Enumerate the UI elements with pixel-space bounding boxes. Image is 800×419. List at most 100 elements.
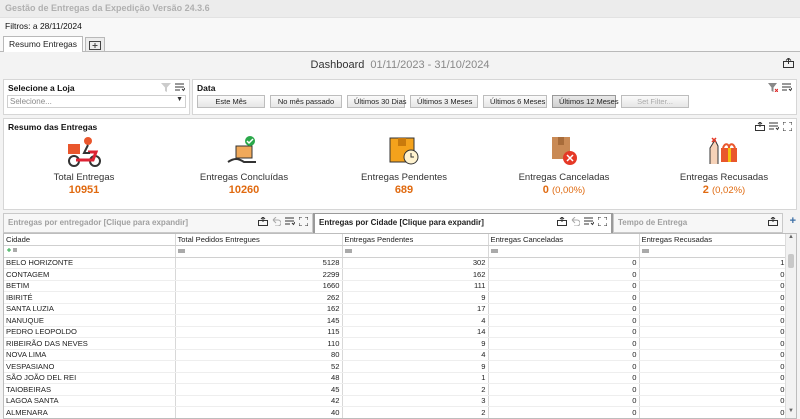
scroll-thumb[interactable] bbox=[788, 254, 794, 268]
add-panel-icon[interactable]: + bbox=[790, 215, 796, 227]
value-cell: 0 bbox=[639, 337, 788, 350]
kpi-label: Entregas Canceladas bbox=[518, 172, 610, 183]
maximize-icon[interactable] bbox=[597, 216, 608, 228]
table-row[interactable]: ALMENARA 40 2 0 0 bbox=[4, 406, 788, 418]
column-header[interactable]: Total Pedidos Entregues bbox=[175, 234, 343, 246]
table-row[interactable]: NOVA LIMA 80 4 0 0 bbox=[4, 349, 788, 361]
city-cell: SANTA LUZIA bbox=[4, 303, 176, 315]
scroll-up-icon[interactable]: ▲ bbox=[786, 234, 796, 244]
btn-ultimos-3-meses[interactable]: Últimos 3 Meses bbox=[410, 95, 478, 108]
value-cell: 0 bbox=[488, 360, 640, 373]
city-cell: NANUQUE bbox=[4, 314, 176, 327]
multi-select-icon[interactable] bbox=[584, 217, 595, 228]
dashboard-area: Dashboard 01/11/2023 - 31/10/2024 Seleci… bbox=[0, 52, 800, 419]
undo-icon[interactable] bbox=[571, 216, 581, 228]
export-icon[interactable] bbox=[768, 216, 778, 228]
column-header[interactable]: Entregas Canceladas bbox=[488, 234, 640, 246]
vertical-scrollbar[interactable]: ▲ ▼ bbox=[785, 234, 796, 418]
city-cell: LAGOA SANTA bbox=[4, 395, 176, 407]
value-cell: 48 bbox=[175, 372, 343, 384]
kpi-entregas-pendentes: Entregas Pendentes 689 bbox=[324, 133, 484, 196]
table-row[interactable]: NANUQUE 145 4 0 0 bbox=[4, 314, 788, 327]
cities-grid: Cidade Total Pedidos Entregues Entregas … bbox=[3, 233, 797, 419]
export-icon[interactable] bbox=[557, 216, 567, 228]
value-cell: 0 bbox=[488, 303, 640, 315]
store-select[interactable]: Selecione... ▼ bbox=[7, 95, 186, 108]
filter-cell[interactable] bbox=[4, 245, 176, 258]
value-cell: 0 bbox=[488, 383, 640, 396]
value-cell: 2 bbox=[342, 406, 489, 418]
table-row[interactable]: IBIRITÉ 262 9 0 0 bbox=[4, 291, 788, 304]
value-cell: 2299 bbox=[175, 268, 343, 281]
date-panel: Data Este Mês No mês passado Últimos 30 … bbox=[192, 79, 797, 115]
value-cell: 0 bbox=[639, 406, 788, 418]
table-row[interactable]: SANTA LUZIA 162 17 0 0 bbox=[4, 303, 788, 315]
city-cell: RIBEIRÃO DAS NEVES bbox=[4, 337, 176, 350]
kpi-label: Total Entregas bbox=[53, 172, 115, 183]
value-cell: 52 bbox=[175, 360, 343, 373]
city-cell: CONTAGEM bbox=[4, 268, 176, 281]
chevron-down-icon[interactable]: ▼ bbox=[176, 96, 183, 103]
kpi-value: 0 bbox=[542, 184, 549, 196]
delivery-scooter-icon bbox=[4, 133, 164, 169]
gift-refuse-hand-icon bbox=[644, 133, 800, 169]
value-cell: 0 bbox=[639, 383, 788, 396]
kpi-total-entregas: Total Entregas 10951 bbox=[4, 133, 164, 196]
maximize-icon[interactable] bbox=[782, 121, 793, 133]
column-header[interactable]: Cidade bbox=[4, 234, 176, 246]
btn-ultimos-6-meses[interactable]: Últimos 6 Meses bbox=[483, 95, 547, 108]
value-cell: 0 bbox=[639, 291, 788, 304]
table-row[interactable]: LAGOA SANTA 42 3 0 0 bbox=[4, 395, 788, 407]
multi-select-icon[interactable] bbox=[285, 217, 296, 228]
filter-cell[interactable] bbox=[639, 245, 788, 258]
city-cell: SÃO JOÃO DEL REI bbox=[4, 372, 176, 384]
table-row[interactable]: RIBEIRÃO DAS NEVES 110 9 0 0 bbox=[4, 337, 788, 350]
column-header[interactable]: Entregas Recusadas bbox=[639, 234, 788, 246]
btn-ultimos-12-meses[interactable]: Últimos 12 Meses bbox=[552, 95, 619, 108]
filter-cell[interactable] bbox=[488, 245, 640, 258]
multi-select-icon[interactable] bbox=[769, 122, 780, 133]
table-row[interactable]: TAIOBEIRAS 45 2 0 0 bbox=[4, 383, 788, 396]
value-cell: 0 bbox=[639, 372, 788, 384]
table-row[interactable]: BELO HORIZONTE 5128 302 0 1 bbox=[4, 257, 788, 269]
column-header[interactable]: Entregas Pendentes bbox=[342, 234, 489, 246]
value-cell: 302 bbox=[342, 257, 489, 269]
maximize-icon[interactable] bbox=[298, 216, 309, 228]
value-cell: 2 bbox=[342, 383, 489, 396]
export-icon[interactable] bbox=[755, 121, 765, 133]
package-cancel-icon bbox=[484, 133, 644, 169]
filter-cell[interactable] bbox=[175, 245, 343, 258]
tab-entregas-por-entregador[interactable]: Entregas por entregador [Clique para exp… bbox=[3, 213, 313, 233]
multi-select-icon[interactable] bbox=[175, 83, 186, 94]
clear-filter-icon[interactable] bbox=[161, 83, 171, 94]
scroll-down-icon[interactable]: ▼ bbox=[786, 408, 796, 418]
filter-cell[interactable] bbox=[342, 245, 489, 258]
btn-mes-passado[interactable]: No mês passado bbox=[270, 95, 342, 108]
value-cell: 110 bbox=[175, 337, 343, 350]
table-row[interactable]: BETIM 1660 111 0 0 bbox=[4, 280, 788, 292]
city-cell: TAIOBEIRAS bbox=[4, 383, 176, 396]
clear-filter-icon[interactable] bbox=[768, 83, 779, 94]
table-row[interactable]: VESPASIANO 52 9 0 0 bbox=[4, 360, 788, 373]
filter-contains-icon bbox=[7, 248, 17, 253]
btn-set-filter[interactable]: Set Filter... bbox=[621, 95, 689, 108]
table-row[interactable]: PEDRO LEOPOLDO 115 14 0 0 bbox=[4, 326, 788, 338]
tab-resumo-entregas[interactable]: Resumo Entregas bbox=[3, 36, 84, 52]
value-cell: 9 bbox=[342, 360, 489, 373]
value-cell: 0 bbox=[488, 291, 640, 304]
btn-ultimos-30-dias[interactable]: Últimos 30 Dias bbox=[347, 95, 407, 108]
export-icon[interactable] bbox=[783, 57, 794, 71]
export-icon[interactable] bbox=[258, 216, 268, 228]
value-cell: 40 bbox=[175, 406, 343, 418]
summary-panel: Resumo das Entregas Total Entregas 10951… bbox=[3, 118, 797, 210]
add-tab-button[interactable] bbox=[85, 37, 106, 51]
table-row[interactable]: SÃO JOÃO DEL REI 48 1 0 0 bbox=[4, 372, 788, 384]
kpi-value: 10951 bbox=[68, 184, 100, 196]
tab-entregas-por-cidade[interactable]: Entregas por Cidade [Clique para expandi… bbox=[313, 213, 613, 233]
table-row[interactable]: CONTAGEM 2299 162 0 0 bbox=[4, 268, 788, 281]
tab-tempo-de-entrega[interactable]: Tempo de Entrega bbox=[613, 213, 783, 233]
undo-icon[interactable] bbox=[272, 216, 282, 228]
multi-select-icon[interactable] bbox=[782, 83, 793, 94]
btn-este-mes[interactable]: Este Mês bbox=[197, 95, 265, 108]
value-cell: 9 bbox=[342, 291, 489, 304]
